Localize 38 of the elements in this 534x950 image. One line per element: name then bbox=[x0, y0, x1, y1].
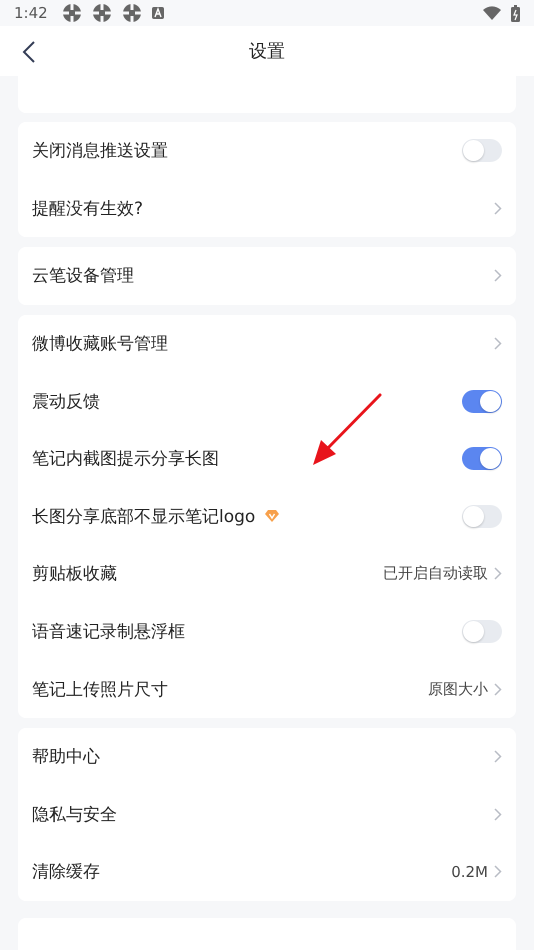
setting-label[interactable]: 清除缓存 bbox=[32, 860, 100, 884]
chevron-icon bbox=[494, 865, 502, 878]
setting-label[interactable]: 提醒没有生效? bbox=[32, 196, 144, 220]
setting-label[interactable]: 隐私与安全 bbox=[32, 802, 117, 826]
toggle-switch[interactable] bbox=[462, 390, 502, 413]
setting-label: 语音速记录制悬浮框 bbox=[32, 621, 185, 644]
chevron-icon bbox=[494, 337, 502, 350]
chevron-icon bbox=[494, 682, 502, 696]
setting-label: 震动反馈 bbox=[32, 390, 100, 413]
back-icon[interactable] bbox=[22, 41, 36, 63]
app-notification-icon bbox=[92, 3, 112, 23]
setting-label[interactable]: 云笔设备管理 bbox=[32, 264, 134, 288]
setting-label[interactable]: 帮助中心 bbox=[32, 745, 100, 768]
chevron-icon bbox=[494, 269, 502, 282]
toggle-switch[interactable] bbox=[462, 504, 502, 528]
setting-label: 关闭消息推送设置 bbox=[32, 140, 168, 162]
setting-label: 笔记内截图提示分享长图 bbox=[32, 448, 219, 470]
toggle-switch[interactable] bbox=[462, 620, 502, 644]
setting-value: 0.2M bbox=[451, 862, 488, 881]
toggle-switch[interactable] bbox=[462, 139, 502, 162]
setting-label: 长图分享底部不显示笔记logo bbox=[32, 506, 256, 528]
wifi-icon bbox=[483, 6, 501, 20]
app-notification-icon bbox=[62, 3, 82, 23]
status-time: 1:42 bbox=[14, 4, 48, 22]
app-notification-icon bbox=[122, 3, 142, 23]
setting-label[interactable]: 笔记上传照片尺寸 bbox=[32, 678, 168, 701]
chevron-icon bbox=[494, 750, 502, 764]
toggle-switch[interactable] bbox=[462, 447, 502, 470]
setting-value: 原图大小 bbox=[428, 680, 488, 699]
keyboard-icon bbox=[152, 7, 164, 19]
page-title: 设置 bbox=[249, 40, 285, 63]
chevron-icon bbox=[494, 202, 502, 215]
setting-label[interactable]: 剪贴板收藏 bbox=[32, 562, 117, 586]
setting-label[interactable]: 微博收藏账号管理 bbox=[32, 332, 168, 356]
setting-value: 已开启自动读取 bbox=[383, 564, 488, 584]
battery-icon bbox=[511, 4, 520, 22]
chevron-icon bbox=[494, 567, 502, 580]
chevron-icon bbox=[494, 808, 502, 821]
